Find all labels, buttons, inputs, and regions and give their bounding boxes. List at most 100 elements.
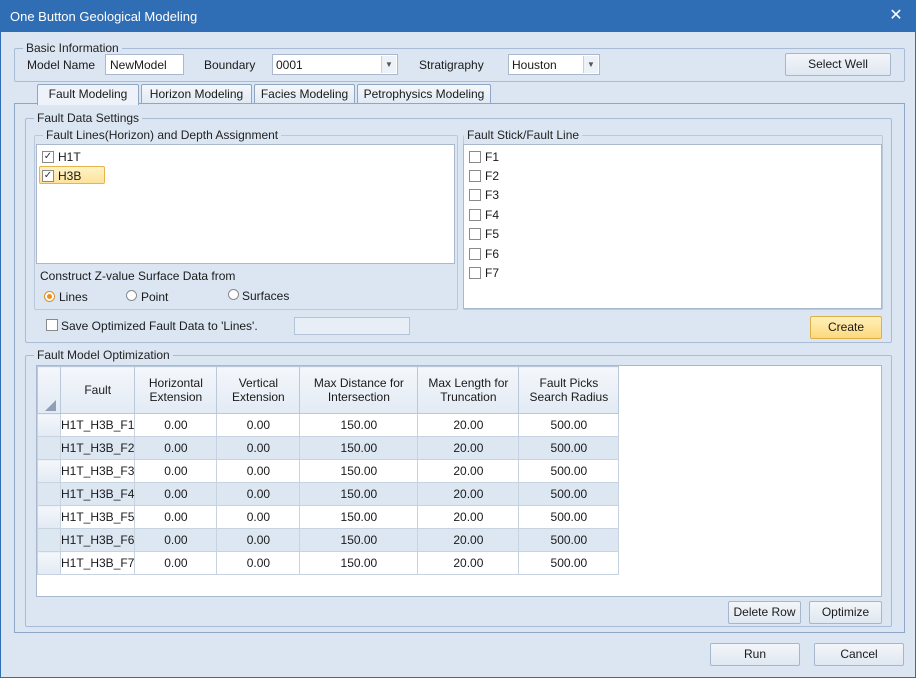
list-item-label: F4 [485, 208, 500, 222]
table-cell[interactable]: 150.00 [299, 505, 419, 529]
model-name-input[interactable]: NewModel [105, 54, 184, 75]
table-row[interactable]: H1T_H3B_F4 0.00 0.00 150.00 20.00 500.00 [37, 482, 620, 506]
title-bar: One Button Geological Modeling ✕ [1, 1, 915, 32]
table-cell[interactable]: 500.00 [518, 482, 620, 506]
table-cell[interactable]: 0.00 [134, 459, 218, 483]
table-cell[interactable]: 0.00 [134, 505, 218, 529]
table-cell[interactable]: 20.00 [417, 413, 520, 437]
list-item-selected[interactable]: H3B [39, 166, 105, 184]
radio-point[interactable] [126, 290, 137, 301]
row-header[interactable] [37, 436, 61, 460]
column-header[interactable]: Fault Picks Search Radius [518, 366, 620, 414]
table-cell[interactable]: 150.00 [299, 528, 419, 552]
row-header[interactable] [37, 482, 61, 506]
row-header[interactable] [37, 459, 61, 483]
column-header[interactable]: Max Distance for Intersection [299, 366, 419, 414]
table-cell[interactable]: 20.00 [417, 436, 520, 460]
table-cell[interactable]: 0.00 [216, 459, 301, 483]
boundary-select[interactable]: 0001 ▼ [272, 54, 398, 75]
table-cell[interactable]: 150.00 [299, 413, 419, 437]
row-header-corner [37, 366, 61, 414]
table-cell[interactable]: 150.00 [299, 436, 419, 460]
column-header[interactable]: Max Length for Truncation [417, 366, 520, 414]
table-cell[interactable]: 20.00 [417, 505, 520, 529]
table-cell[interactable]: H1T_H3B_F6 [59, 528, 136, 552]
table-cell[interactable]: 0.00 [216, 482, 301, 506]
row-header[interactable] [37, 528, 61, 552]
f3-checkbox[interactable] [469, 189, 481, 201]
table-cell[interactable]: 0.00 [134, 413, 218, 437]
table-cell[interactable]: 0.00 [216, 413, 301, 437]
tab-fault-modeling[interactable]: Fault Modeling [37, 84, 139, 105]
radio-lines[interactable] [44, 291, 55, 302]
table-cell[interactable]: 0.00 [216, 505, 301, 529]
data-table: Fault Horizontal Extension Vertical Exte… [37, 366, 620, 575]
row-header[interactable] [37, 505, 61, 529]
table-cell[interactable]: 500.00 [518, 436, 620, 460]
table-cell[interactable]: 500.00 [518, 413, 620, 437]
table-cell[interactable]: 0.00 [216, 551, 301, 575]
delete-row-button[interactable]: Delete Row [728, 601, 801, 624]
stratigraphy-select[interactable]: Houston ▼ [508, 54, 600, 75]
table-cell[interactable]: 500.00 [518, 459, 620, 483]
row-header[interactable] [37, 551, 61, 575]
chevron-down-icon[interactable]: ▼ [583, 56, 598, 73]
table-cell[interactable]: H1T_H3B_F7 [59, 551, 136, 575]
f6-checkbox[interactable] [469, 248, 481, 260]
table-cell[interactable]: 500.00 [518, 551, 620, 575]
table-row[interactable]: H1T_H3B_F5 0.00 0.00 150.00 20.00 500.00 [37, 505, 620, 529]
create-button[interactable]: Create [810, 316, 882, 339]
h1t-checkbox[interactable] [42, 151, 54, 163]
table-cell[interactable]: H1T_H3B_F4 [59, 482, 136, 506]
table-cell[interactable]: 0.00 [134, 551, 218, 575]
table-cell[interactable]: H1T_H3B_F5 [59, 505, 136, 529]
table-cell[interactable]: 500.00 [518, 528, 620, 552]
f7-checkbox[interactable] [469, 267, 481, 279]
column-header[interactable]: Horizontal Extension [134, 366, 218, 414]
table-cell[interactable]: H1T_H3B_F2 [59, 436, 136, 460]
table-cell[interactable]: 150.00 [299, 482, 419, 506]
table-cell[interactable]: 0.00 [134, 482, 218, 506]
f5-checkbox[interactable] [469, 228, 481, 240]
table-cell[interactable]: 20.00 [417, 482, 520, 506]
table-cell[interactable]: 150.00 [299, 551, 419, 575]
table-cell[interactable]: 0.00 [216, 436, 301, 460]
table-cell[interactable]: 0.00 [216, 528, 301, 552]
table-cell[interactable]: 500.00 [518, 505, 620, 529]
f1-checkbox[interactable] [469, 151, 481, 163]
save-optimized-checkbox[interactable] [46, 319, 58, 331]
table-row[interactable]: H1T_H3B_F1 0.00 0.00 150.00 20.00 500.00 [37, 413, 620, 437]
close-icon[interactable]: ✕ [885, 5, 907, 27]
optimize-button[interactable]: Optimize [809, 601, 882, 624]
f4-checkbox[interactable] [469, 209, 481, 221]
tab-facies-modeling[interactable]: Facies Modeling [254, 84, 355, 104]
f2-checkbox[interactable] [469, 170, 481, 182]
row-header[interactable] [37, 413, 61, 437]
list-item-label: F2 [485, 169, 500, 183]
radio-point-label: Point [141, 290, 169, 304]
column-header[interactable]: Fault [59, 366, 136, 414]
table-cell[interactable]: 20.00 [417, 551, 520, 575]
radio-surfaces[interactable] [228, 289, 239, 300]
table-cell[interactable]: H1T_H3B_F3 [59, 459, 136, 483]
table-cell[interactable]: H1T_H3B_F1 [59, 413, 136, 437]
chevron-down-icon[interactable]: ▼ [381, 56, 396, 73]
h3b-checkbox[interactable] [42, 170, 54, 182]
table-cell[interactable]: 0.00 [134, 436, 218, 460]
cancel-button[interactable]: Cancel [814, 643, 904, 666]
table-cell[interactable]: 20.00 [417, 528, 520, 552]
list-item-label: F7 [485, 266, 500, 280]
tab-horizon-modeling[interactable]: Horizon Modeling [141, 84, 252, 104]
table-row[interactable]: H1T_H3B_F6 0.00 0.00 150.00 20.00 500.00 [37, 528, 620, 552]
table-row[interactable]: H1T_H3B_F7 0.00 0.00 150.00 20.00 500.00 [37, 551, 620, 575]
column-header[interactable]: Vertical Extension [216, 366, 301, 414]
tab-petrophysics-modeling[interactable]: Petrophysics Modeling [357, 84, 491, 104]
table-cell[interactable]: 150.00 [299, 459, 419, 483]
table-cell[interactable]: 20.00 [417, 459, 520, 483]
table-row[interactable]: H1T_H3B_F3 0.00 0.00 150.00 20.00 500.00 [37, 459, 620, 483]
table-row[interactable]: H1T_H3B_F2 0.00 0.00 150.00 20.00 500.00 [37, 436, 620, 460]
select-well-button[interactable]: Select Well [785, 53, 891, 76]
run-button[interactable]: Run [710, 643, 800, 666]
table-cell[interactable]: 0.00 [134, 528, 218, 552]
output-field [294, 317, 410, 335]
